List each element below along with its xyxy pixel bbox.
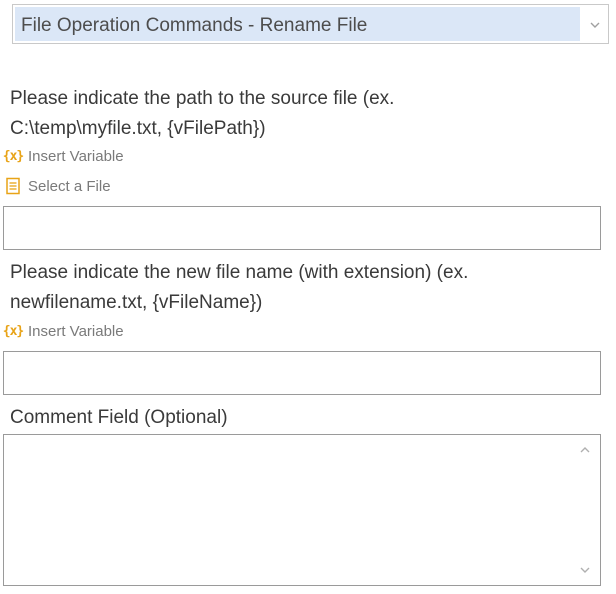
source-file-label-line1: Please indicate the path to the source f… (10, 88, 395, 109)
chevron-down-icon[interactable] (588, 18, 602, 32)
insert-variable-link[interactable]: {x} Insert Variable (2, 145, 124, 167)
command-dropdown[interactable]: File Operation Commands - Rename File (12, 4, 609, 44)
insert-variable-link[interactable]: {x} Insert Variable (2, 320, 124, 342)
source-file-input[interactable] (3, 206, 601, 250)
chevron-down-icon[interactable] (578, 563, 592, 577)
select-file-link[interactable]: Select a File (2, 175, 111, 197)
source-file-label: Please indicate the path to the source f… (10, 84, 600, 144)
insert-variable-label: Insert Variable (28, 147, 124, 165)
chevron-up-icon[interactable] (578, 443, 592, 457)
new-name-label: Please indicate the new file name (with … (10, 258, 600, 318)
insert-variable-label: Insert Variable (28, 322, 124, 340)
select-file-icon (2, 175, 24, 197)
select-file-label: Select a File (28, 177, 111, 195)
insert-variable-icon: {x} (2, 323, 25, 339)
new-name-label-line2: newfilename.txt, {vFileName}) (10, 292, 263, 313)
insert-variable-icon: {x} (2, 148, 25, 164)
comment-label: Comment Field (Optional) (10, 407, 228, 428)
new-file-name-input[interactable] (3, 351, 601, 395)
command-selected-value: File Operation Commands - Rename File (21, 15, 368, 36)
source-file-label-line2: C:\temp\myfile.txt, {vFilePath}) (10, 118, 266, 139)
new-name-label-line1: Please indicate the new file name (with … (10, 262, 469, 283)
comment-textarea[interactable] (3, 434, 601, 586)
